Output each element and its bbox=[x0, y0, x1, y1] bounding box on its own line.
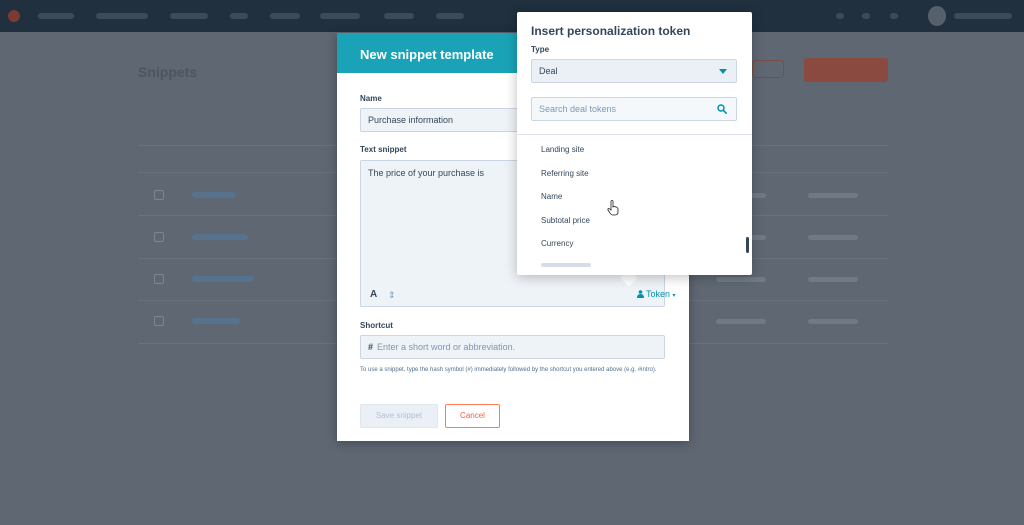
type-select-value: Deal bbox=[539, 66, 558, 76]
type-select[interactable]: Deal bbox=[531, 59, 737, 83]
shortcut-label: Shortcut bbox=[360, 321, 393, 330]
nav-item bbox=[38, 13, 74, 19]
text-snippet-label: Text snippet bbox=[360, 145, 407, 154]
nav-item bbox=[954, 13, 1012, 19]
nav-item bbox=[170, 13, 208, 19]
nav-item bbox=[384, 13, 414, 19]
shortcut-placeholder: Enter a short word or abbreviation. bbox=[377, 342, 516, 352]
type-label: Type bbox=[531, 45, 550, 54]
nav-item bbox=[890, 13, 898, 19]
row-checkbox bbox=[154, 316, 164, 326]
name-label: Name bbox=[360, 94, 382, 103]
chevron-down-icon bbox=[719, 69, 727, 74]
shortcut-help-text: To use a snippet, type the hash symbol (… bbox=[360, 367, 657, 373]
nav-item bbox=[836, 13, 844, 19]
app-logo-icon bbox=[8, 10, 20, 22]
token-item-referring-site[interactable]: Referring site bbox=[541, 169, 589, 178]
token-item-currency[interactable]: Currency bbox=[541, 239, 573, 248]
search-icon[interactable] bbox=[717, 104, 727, 114]
token-list: Landing site Referring site Name Subtota… bbox=[517, 138, 752, 270]
token-popover: Insert personalization token Type Deal S… bbox=[517, 12, 752, 275]
background-secondary-button bbox=[752, 60, 784, 78]
token-item-landing-site[interactable]: Landing site bbox=[541, 145, 584, 154]
nav-item bbox=[862, 13, 870, 19]
token-button-label: Token bbox=[646, 289, 671, 299]
page-title: Snippets bbox=[138, 64, 198, 80]
row-checkbox bbox=[154, 190, 164, 200]
avatar bbox=[928, 6, 946, 26]
text-format-icon[interactable]: A bbox=[370, 289, 377, 300]
nav-item bbox=[230, 13, 248, 19]
token-search-input[interactable]: Search deal tokens bbox=[531, 97, 737, 121]
row-cell bbox=[716, 277, 766, 282]
popover-title: Insert personalization token bbox=[531, 24, 691, 38]
text-snippet-value: The price of your purchase is bbox=[368, 168, 485, 178]
row-cell bbox=[808, 235, 858, 240]
chevron-down-icon: ▾ bbox=[672, 293, 676, 299]
row-link bbox=[192, 192, 236, 198]
row-checkbox bbox=[154, 274, 164, 284]
token-item-name[interactable]: Name bbox=[541, 192, 562, 201]
hash-icon: # bbox=[368, 342, 374, 352]
row-link bbox=[192, 276, 254, 282]
row-cell bbox=[716, 319, 766, 324]
nav-item bbox=[320, 13, 360, 19]
token-search-placeholder: Search deal tokens bbox=[539, 104, 617, 114]
token-button[interactable]: Token ▾ bbox=[637, 289, 676, 299]
row-link bbox=[192, 318, 240, 324]
row-checkbox bbox=[154, 232, 164, 242]
save-snippet-button[interactable]: Save snippet bbox=[360, 404, 438, 428]
token-item-partial[interactable] bbox=[541, 263, 591, 267]
token-list-scrollbar[interactable] bbox=[746, 237, 749, 253]
row-cell bbox=[808, 319, 858, 324]
top-navigation-bar bbox=[0, 0, 1024, 32]
nav-item bbox=[270, 13, 300, 19]
row-cell bbox=[808, 277, 858, 282]
modal-title: New snippet template bbox=[360, 47, 494, 62]
background-primary-button bbox=[804, 58, 888, 82]
pointer-cursor-icon bbox=[607, 200, 619, 216]
nav-item bbox=[96, 13, 148, 19]
cancel-button[interactable]: Cancel bbox=[445, 404, 500, 428]
nav-item bbox=[436, 13, 464, 19]
token-person-icon bbox=[637, 290, 644, 298]
row-cell bbox=[808, 193, 858, 198]
resize-icon[interactable]: ⇕ bbox=[388, 290, 396, 301]
token-item-subtotal-price[interactable]: Subtotal price bbox=[541, 216, 590, 225]
row-link bbox=[192, 234, 248, 240]
popover-divider bbox=[517, 134, 752, 135]
shortcut-input[interactable]: # Enter a short word or abbreviation. bbox=[360, 335, 665, 359]
